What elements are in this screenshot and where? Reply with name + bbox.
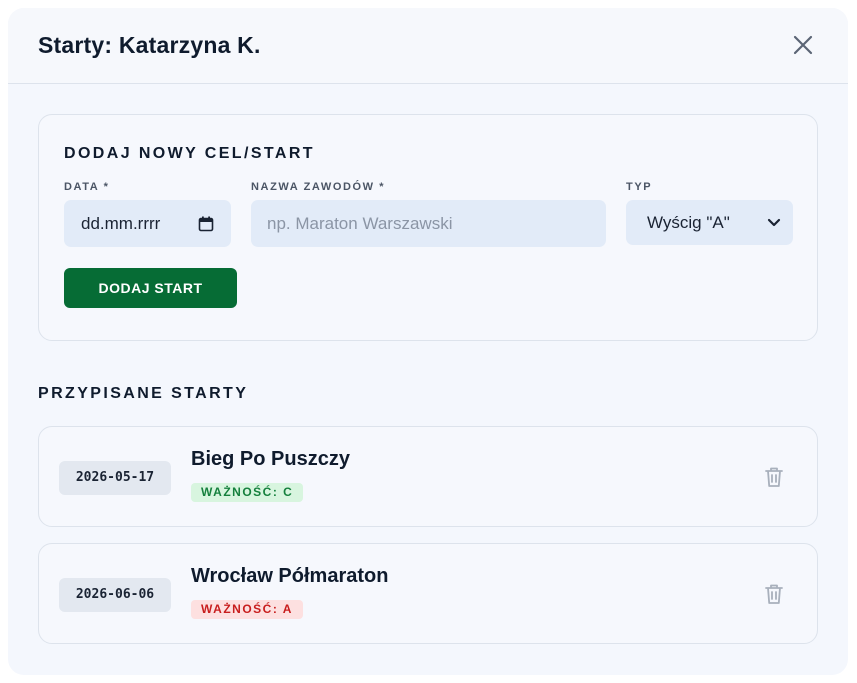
add-form-row: DATA * dd.mm.rrrr NAZWA ZAWODÓW * np. Ma… bbox=[64, 180, 793, 247]
type-selected-value: Wyścig "A" bbox=[647, 212, 730, 232]
priority-badge: WAŻNOŚĆ: C bbox=[191, 482, 304, 502]
start-list-item: 2026-05-17 Bieg Po Puszczy WAŻNOŚĆ: C bbox=[38, 426, 818, 527]
starts-modal: Starty: Katarzyna K. DODAJ NOWY CEL/STAR… bbox=[8, 8, 848, 675]
name-field: NAZWA ZAWODÓW * np. Maraton Warszawski bbox=[231, 180, 606, 247]
start-name: Wrocław Półmaraton bbox=[191, 564, 389, 587]
date-label: DATA * bbox=[64, 181, 110, 193]
start-list-item: 2026-06-06 Wrocław Półmaraton WAŻNOŚĆ: A bbox=[38, 543, 818, 644]
add-start-button[interactable]: DODAJ START bbox=[64, 268, 237, 308]
add-start-card: DODAJ NOWY CEL/START DATA * dd.mm.rrrr N… bbox=[38, 114, 818, 341]
modal-title: Starty: Katarzyna K. bbox=[38, 32, 261, 58]
name-placeholder: np. Maraton Warszawski bbox=[267, 213, 453, 233]
type-label: TYP bbox=[626, 181, 653, 193]
start-info: Wrocław Półmaraton WAŻNOŚĆ: A bbox=[191, 565, 388, 619]
start-date-badge: 2026-05-17 bbox=[59, 460, 171, 495]
event-name-input[interactable]: np. Maraton Warszawski bbox=[251, 200, 606, 247]
priority-badge: WAŻNOŚĆ: A bbox=[191, 599, 303, 619]
trash-icon[interactable] bbox=[763, 465, 785, 489]
date-input[interactable]: dd.mm.rrrr bbox=[64, 200, 231, 247]
date-field: DATA * dd.mm.rrrr bbox=[64, 180, 231, 247]
calendar-icon[interactable] bbox=[198, 216, 214, 232]
start-date-badge: 2026-06-06 bbox=[59, 577, 171, 612]
assigned-section-title: PRZYPISANE STARTY bbox=[38, 385, 249, 402]
date-placeholder: dd.mm.rrrr bbox=[81, 213, 161, 233]
start-name: Bieg Po Puszczy bbox=[191, 447, 350, 470]
type-select[interactable]: Wyścig "A" bbox=[626, 200, 793, 245]
chevron-down-icon bbox=[767, 218, 781, 226]
start-info: Bieg Po Puszczy WAŻNOŚĆ: C bbox=[191, 448, 350, 502]
close-icon bbox=[793, 35, 813, 54]
trash-icon[interactable] bbox=[763, 582, 785, 606]
modal-body: DODAJ NOWY CEL/START DATA * dd.mm.rrrr N… bbox=[8, 84, 848, 644]
close-button[interactable] bbox=[790, 32, 816, 58]
add-section-title: DODAJ NOWY CEL/START bbox=[64, 145, 315, 162]
type-field: TYP Wyścig "A" bbox=[626, 180, 793, 247]
name-label: NAZWA ZAWODÓW * bbox=[251, 181, 386, 193]
modal-header: Starty: Katarzyna K. bbox=[8, 8, 848, 84]
